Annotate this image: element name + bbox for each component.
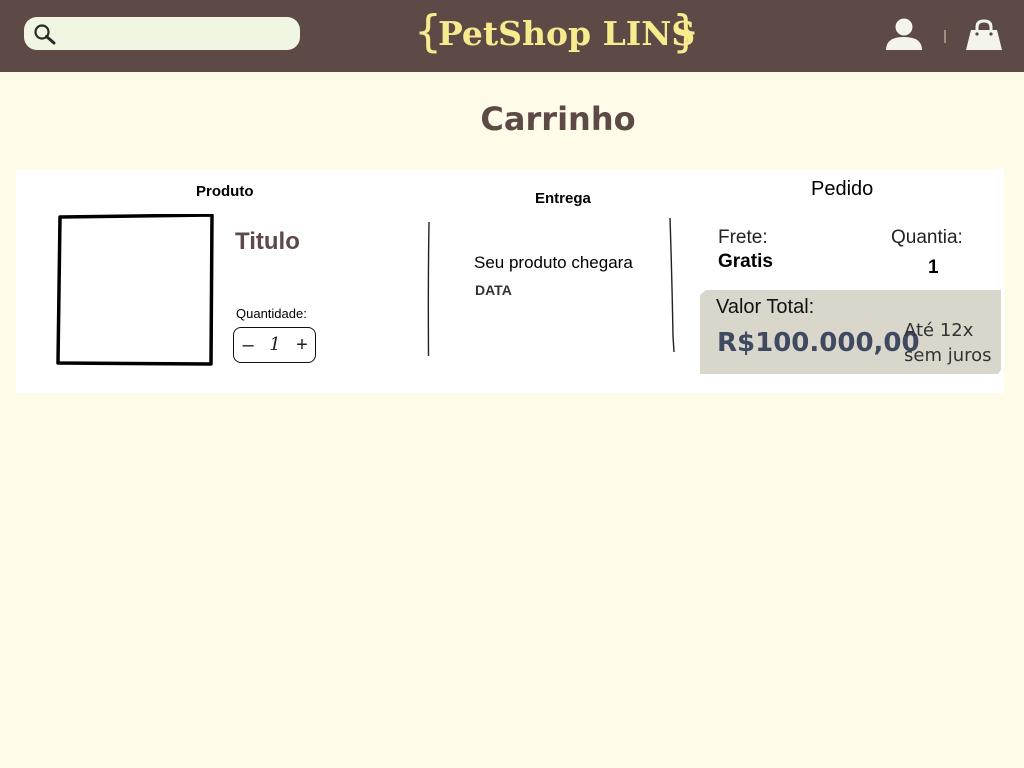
installments-line-1: Até 12x — [904, 320, 974, 341]
shopping-bag-icon[interactable] — [965, 19, 1003, 51]
column-header-product: Produto — [196, 183, 254, 200]
shipping-value: Gratis — [718, 251, 773, 272]
decrease-quantity-button[interactable]: – — [238, 332, 258, 358]
cart-panel: Produto Entrega Pedido Titulo Quantidade… — [16, 169, 1004, 393]
nav-divider — [944, 30, 946, 43]
increase-quantity-button[interactable]: + — [292, 332, 312, 358]
search-input[interactable] — [64, 21, 292, 46]
search-bar[interactable] — [24, 17, 300, 50]
quantity-stepper[interactable]: – 1 + — [233, 327, 316, 363]
delivery-date: DATA — [475, 282, 512, 298]
total-label: Valor Total: — [716, 296, 815, 318]
installments-line-2: sem juros — [904, 345, 992, 366]
column-header-delivery: Entrega — [535, 190, 591, 207]
quantity-value[interactable]: 1 — [264, 334, 286, 355]
quantity-label: Quantidade: — [236, 306, 307, 321]
shipping-label: Frete: — [718, 227, 768, 248]
brand-name: PetShop LINS — [438, 14, 696, 53]
user-icon[interactable] — [884, 17, 924, 51]
order-quantity-value: 1 — [928, 257, 939, 278]
installments-info: Até 12x sem juros — [904, 318, 992, 368]
order-total-box: Valor Total: R$100.000,00 Até 12x sem ju… — [700, 290, 1001, 374]
delivery-message: Seu produto chegara — [474, 253, 633, 272]
page-title: Carrinho — [480, 100, 636, 138]
total-value: R$100.000,00 — [717, 328, 920, 358]
product-image-placeholder — [56, 214, 214, 366]
column-header-order: Pedido — [811, 178, 874, 200]
search-icon[interactable] — [33, 23, 57, 45]
column-divider — [427, 222, 430, 356]
top-navbar: { PetShop LINS } — [0, 0, 1024, 72]
column-divider — [669, 218, 675, 352]
brand-brace-right: } — [672, 6, 700, 57]
order-quantity-label: Quantia: — [891, 227, 963, 248]
brand-logo[interactable]: { PetShop LINS } — [412, 8, 704, 58]
product-title[interactable]: Titulo — [235, 228, 300, 256]
